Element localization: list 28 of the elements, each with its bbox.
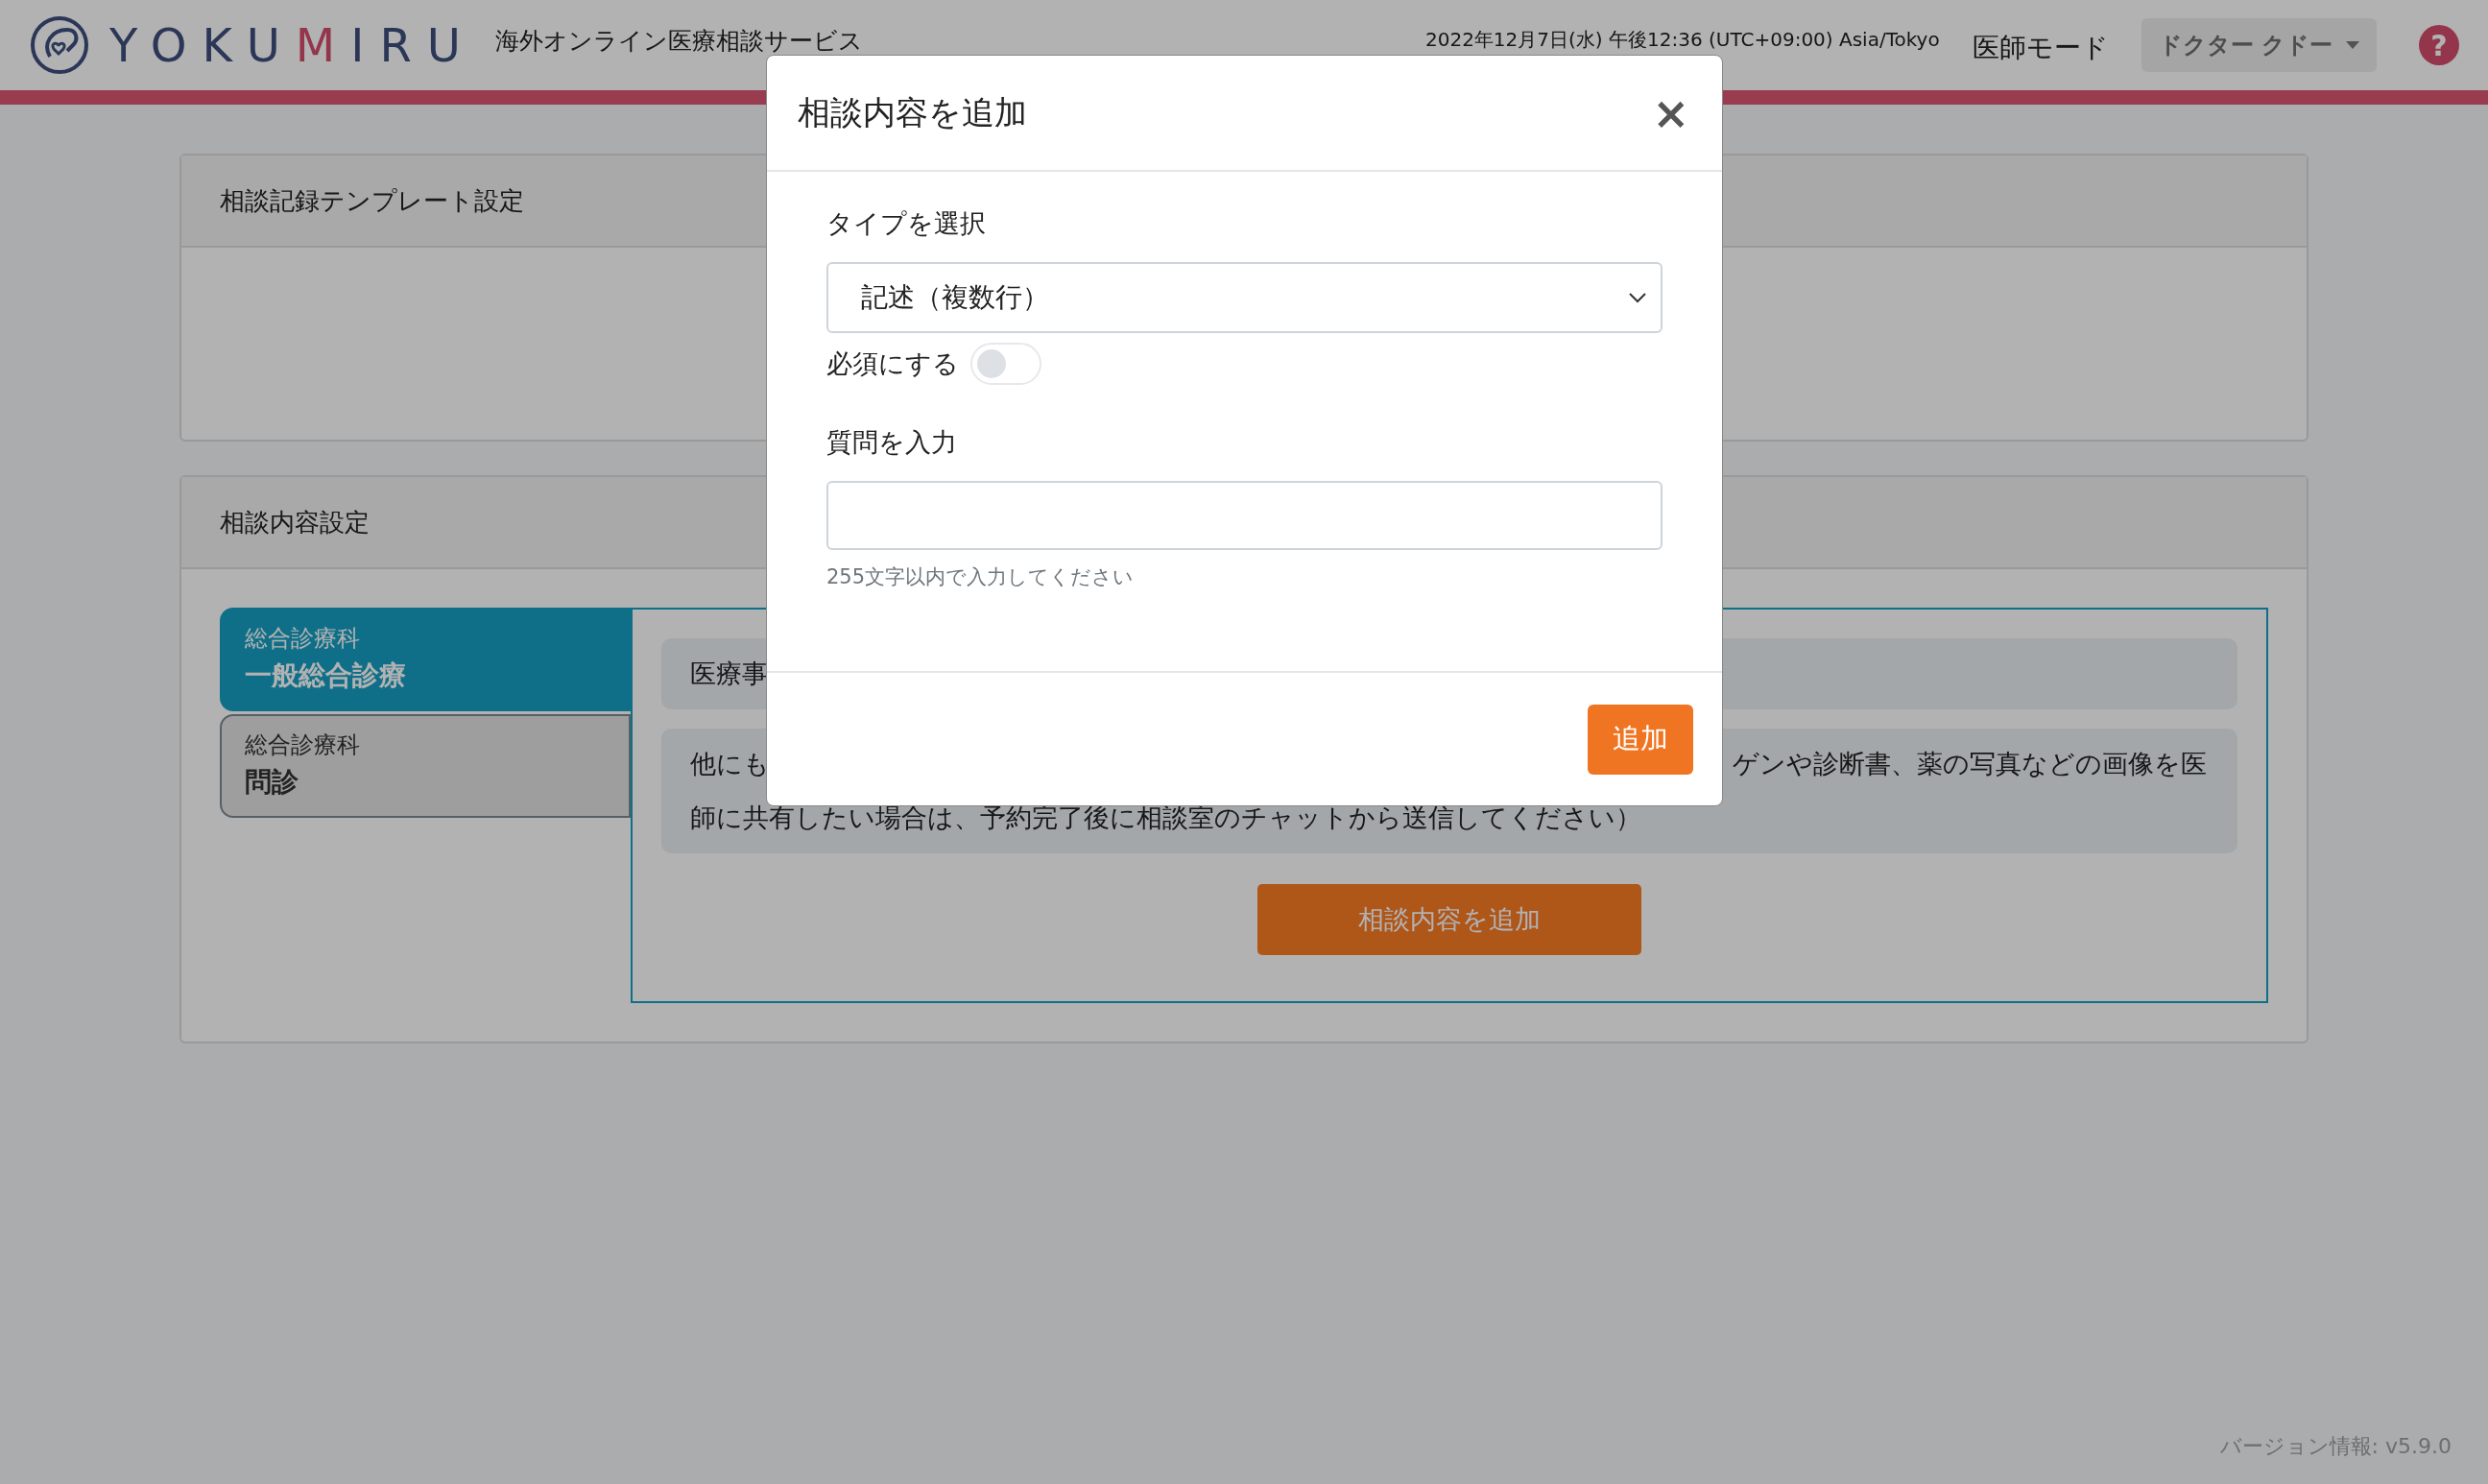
add-button[interactable]: 追加 (1588, 704, 1693, 775)
user-menu-button[interactable]: ドクター クドー (2141, 18, 2377, 72)
card-title: 相談記録テンプレート設定 (220, 184, 524, 217)
question-text: 他にも (690, 748, 770, 780)
datetime-text: 2022年12月7日(水) 午後12:36 (UTC+09:00) Asia/Tokyo (1424, 29, 1940, 50)
type-label: タイプを選択 (826, 207, 987, 240)
question-text: 医療事 (690, 658, 768, 690)
mode-label: 医師モード (1972, 31, 2109, 65)
question-label: 質問を入力 (826, 426, 958, 459)
question-text: 師に共有したい場合は、予約完了後に相談室のチャットから送信してください） (690, 802, 1641, 834)
caret-icon (2346, 41, 2359, 49)
logo-icon (29, 14, 90, 76)
version-text: バージョン情報: v5.9.0 (2219, 1433, 2452, 1460)
department-tab[interactable]: 総合診療科 一般総合診療 (220, 608, 631, 711)
hint-text: 255文字以内で入力してください (826, 564, 1136, 590)
chevron-down-icon (1628, 292, 1647, 303)
service-name: 海外オンライン医療相談サービス (494, 26, 863, 57)
add-content-button[interactable]: 相談内容を追加 (1257, 884, 1641, 955)
type-select[interactable]: 記述（複数行） (826, 262, 1663, 333)
question-text: ゲンや診断書、薬の写真などの画像を医 (1733, 748, 2207, 780)
department-tab[interactable]: 総合診療科 問診 (220, 714, 631, 818)
question-input[interactable] (826, 481, 1663, 550)
required-toggle[interactable] (970, 343, 1041, 385)
card-title: 相談内容設定 (220, 506, 370, 539)
help-button[interactable]: ? (2419, 25, 2459, 65)
close-button[interactable]: × (1648, 86, 1693, 139)
required-label: 必須にする (826, 347, 959, 380)
dialog-title: 相談内容を追加 (798, 91, 1027, 133)
